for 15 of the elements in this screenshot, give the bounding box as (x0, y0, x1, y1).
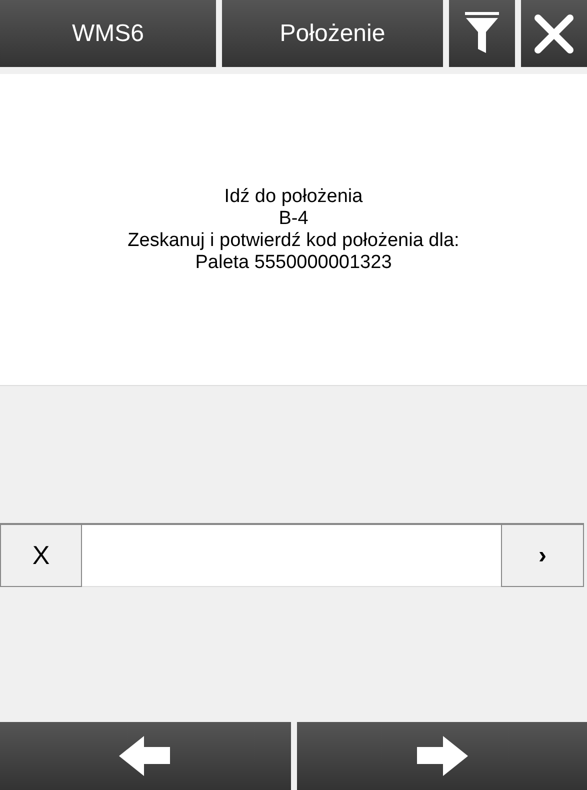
filter-icon[interactable] (449, 0, 515, 67)
submit-button[interactable]: › (501, 525, 584, 587)
close-icon[interactable] (521, 0, 587, 67)
screen-title: Położenie (222, 0, 443, 67)
left-arrow-icon (119, 736, 172, 776)
right-arrow-icon (416, 736, 468, 776)
message-text: Zeskanuj i potwierdź kod położenia dla: (128, 230, 460, 252)
message-text: Idź do położenia (224, 186, 363, 208)
message-text: Paleta 5550000001323 (195, 252, 392, 274)
scan-field[interactable] (82, 525, 501, 587)
message-text: B-4 (278, 208, 308, 230)
app-title: WMS6 (0, 0, 216, 67)
back-button[interactable] (0, 722, 290, 790)
forward-button[interactable] (296, 722, 587, 790)
clear-button[interactable]: X (0, 525, 82, 587)
